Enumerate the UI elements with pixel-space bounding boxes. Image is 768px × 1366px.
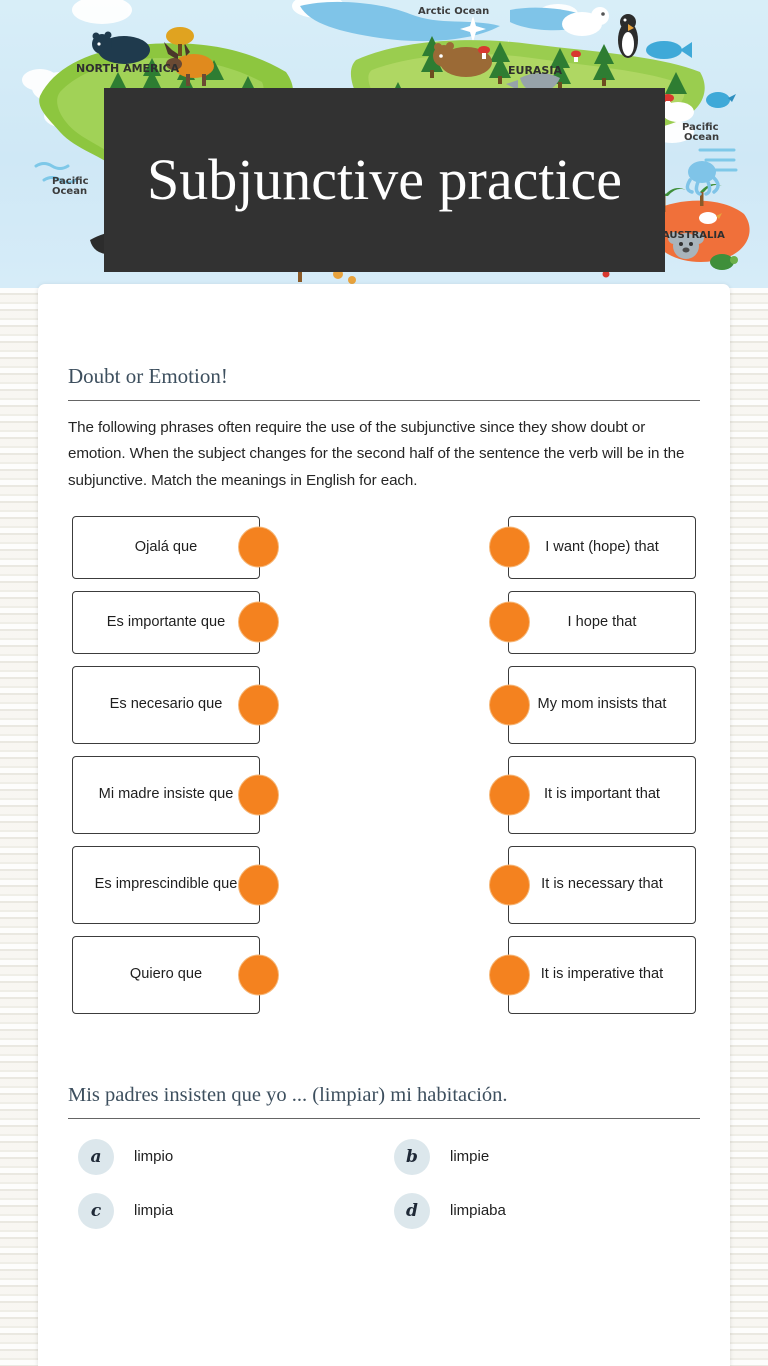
match-connector-dot[interactable]: [238, 774, 279, 816]
answer-option[interactable]: b limpie: [384, 1138, 700, 1175]
match-connector-dot[interactable]: [489, 954, 530, 996]
map-label-north-america: NORTH AMERICA: [76, 62, 180, 75]
match-left-label: Quiero que: [129, 966, 203, 983]
question-divider: [68, 1117, 700, 1119]
section-instructions: The following phrases often require the …: [68, 419, 685, 489]
matching-row: Es necesario que My mom insists that: [68, 665, 700, 744]
match-right-card[interactable]: I want (hope) that: [489, 515, 696, 579]
match-connector-dot[interactable]: [238, 526, 279, 568]
match-left-card[interactable]: Ojalá que: [72, 515, 279, 579]
octopus-icon: [685, 161, 720, 196]
match-right-card[interactable]: I hope that: [489, 590, 696, 654]
match-right-label: I want (hope) that: [545, 538, 659, 555]
match-connector-dot[interactable]: [489, 526, 530, 568]
matching-row: Es imprescindible que It is necessary th…: [68, 845, 700, 924]
map-label-australia: AUSTRALIA: [662, 230, 725, 241]
match-right-label: I hope that: [567, 613, 637, 630]
answer-option[interactable]: d limpiaba: [384, 1192, 700, 1229]
match-connector-dot[interactable]: [489, 684, 530, 726]
matching-row: Es importante que I hope that: [68, 590, 700, 654]
match-connector-dot[interactable]: [489, 864, 530, 906]
question-section: Mis padres insisten que yo ... (limpiar)…: [38, 1084, 730, 1247]
match-connector-dot[interactable]: [238, 954, 279, 996]
answer-option[interactable]: c limpia: [68, 1192, 384, 1229]
match-right-label: My mom insists that: [537, 696, 667, 713]
match-left-card[interactable]: Es imprescindible que: [72, 845, 279, 924]
match-right-card[interactable]: My mom insists that: [489, 665, 696, 744]
map-label-eurasia: EURASIA: [508, 64, 562, 77]
match-connector-dot[interactable]: [238, 601, 279, 643]
matching-exercise: Ojalá que I want (hope) that Es importan…: [68, 515, 700, 1014]
turtle-icon: [710, 254, 738, 270]
match-connector-dot[interactable]: [489, 601, 530, 643]
matching-row: Quiero que It is imperative that: [68, 935, 700, 1014]
option-text: limpie: [450, 1148, 490, 1166]
bird-icon: [706, 92, 736, 108]
match-connector-dot[interactable]: [238, 864, 279, 906]
match-left-label: Es necesario que: [109, 696, 223, 713]
option-letter-badge: a: [78, 1138, 114, 1175]
matching-row: Ojalá que I want (hope) that: [68, 515, 700, 579]
match-right-label: It is important that: [544, 786, 660, 803]
penguin-icon: [618, 14, 638, 58]
match-right-card[interactable]: It is necessary that: [489, 845, 696, 924]
match-left-card[interactable]: Es importante que: [72, 590, 279, 654]
match-right-card[interactable]: It is imperative that: [489, 935, 696, 1014]
option-text: limpio: [134, 1148, 174, 1166]
section-heading: Doubt or Emotion!: [68, 364, 228, 388]
option-letter-badge: c: [78, 1192, 114, 1229]
worksheet-title-plate: Subjunctive practice: [104, 88, 665, 272]
matching-row: Mi madre insiste que It is important tha…: [68, 755, 700, 834]
ocean-label-pacific-left2: Ocean: [52, 186, 87, 197]
match-left-card[interactable]: Mi madre insiste que: [72, 755, 279, 834]
option-letter-badge: d: [394, 1192, 430, 1229]
match-left-card[interactable]: Es necesario que: [72, 665, 279, 744]
page-title: Subjunctive practice: [146, 146, 623, 212]
section-divider: [68, 400, 700, 401]
question-prompt: Mis padres insisten que yo ... (limpiar)…: [68, 1083, 508, 1106]
answer-option[interactable]: a limpio: [68, 1138, 384, 1175]
option-text: limpiaba: [450, 1202, 506, 1220]
match-right-label: It is necessary that: [541, 876, 663, 893]
worksheet-card: Doubt or Emotion! The following phrases …: [38, 284, 730, 1366]
match-left-label: Es imprescindible que: [94, 876, 238, 893]
match-right-card[interactable]: It is important that: [489, 755, 696, 834]
doubt-emotion-section: Doubt or Emotion! The following phrases …: [38, 284, 730, 1014]
ocean-label-arctic: Arctic Ocean: [418, 6, 489, 17]
ocean-label-pacific-right2: Ocean: [684, 132, 719, 143]
answer-options: a limpio b limpie c limpia d limpiaba: [68, 1138, 700, 1247]
match-right-label: It is imperative that: [540, 966, 664, 983]
match-connector-dot[interactable]: [238, 684, 279, 726]
match-left-label: Es importante que: [106, 613, 226, 630]
match-left-card[interactable]: Quiero que: [72, 935, 279, 1014]
option-letter-badge: b: [394, 1138, 430, 1175]
match-left-label: Ojalá que: [134, 538, 198, 555]
match-left-label: Mi madre insiste que: [98, 786, 234, 803]
match-connector-dot[interactable]: [489, 774, 530, 816]
option-text: limpia: [134, 1202, 174, 1220]
whale-icon: [646, 41, 692, 59]
